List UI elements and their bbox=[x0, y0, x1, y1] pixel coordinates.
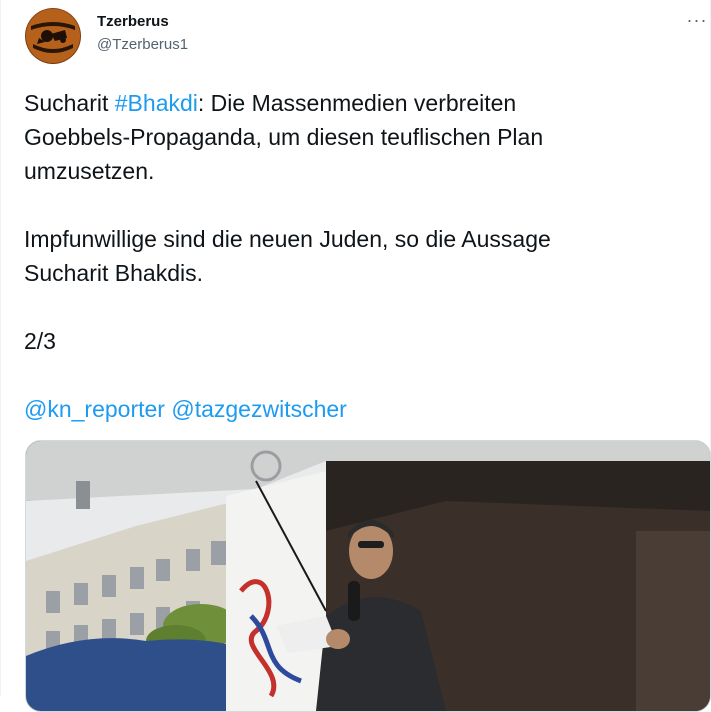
tweet-line-4: Impfunwillige sind die neuen Juden, so d… bbox=[24, 226, 551, 252]
tweet-line-5: Sucharit Bhakdis. bbox=[24, 260, 203, 286]
hashtag-link[interactable]: #Bhakdi bbox=[115, 90, 198, 116]
tweet-text: Sucharit #Bhakdi: Die Massenmedien verbr… bbox=[24, 86, 694, 426]
avatar[interactable] bbox=[25, 8, 81, 64]
tweet-card: Tzerberus @Tzerberus1 ··· Sucharit #Bhak… bbox=[0, 0, 711, 712]
tweet-line-3: umzusetzen. bbox=[24, 158, 155, 184]
greek-vase-avatar-icon bbox=[26, 9, 80, 63]
video-scene-image bbox=[26, 441, 710, 711]
mention-link[interactable]: @tazgezwitscher bbox=[171, 396, 346, 422]
author-name[interactable]: Tzerberus bbox=[97, 13, 169, 30]
more-options-icon[interactable]: ··· bbox=[683, 10, 711, 30]
video-thumbnail[interactable] bbox=[25, 440, 711, 712]
tweet-mentions: @kn_reporter @tazgezwitscher bbox=[24, 392, 694, 426]
tweet-line-2: Goebbels-Propaganda, um diesen teuflisch… bbox=[24, 124, 544, 150]
tweet-text-segment: : Die Massenmedien verbreiten bbox=[197, 90, 517, 116]
tweet-counter: 2/3 bbox=[24, 328, 56, 354]
mention-link[interactable]: @kn_reporter bbox=[24, 396, 165, 422]
tweet-line-1: Sucharit #Bhakdi: Die Massenmedien verbr… bbox=[24, 86, 694, 120]
tweet-text-segment: Sucharit bbox=[24, 90, 115, 116]
author-handle[interactable]: @Tzerberus1 bbox=[97, 36, 188, 53]
